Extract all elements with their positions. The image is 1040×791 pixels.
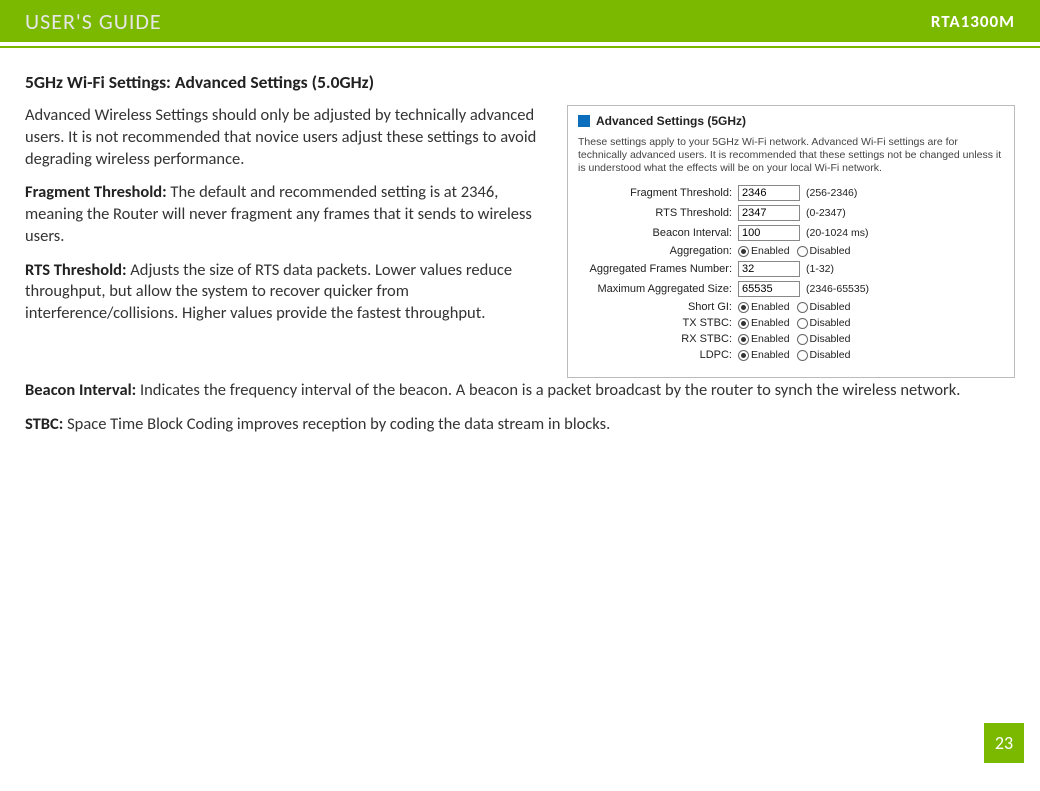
radio-ldpc-enabled[interactable]: Enabled xyxy=(738,349,790,361)
radio-dot-icon xyxy=(738,334,749,345)
row-ldpc: LDPC: Enabled Disabled xyxy=(578,349,1004,361)
input-rts-threshold[interactable] xyxy=(738,205,800,221)
page-number: 23 xyxy=(984,723,1024,763)
row-tx-stbc: TX STBC: Enabled Disabled xyxy=(578,317,1004,329)
label-beacon-interval: Beacon Interval: xyxy=(578,227,738,239)
radio-dot-icon xyxy=(797,302,808,313)
radio-aggregation-disabled[interactable]: Disabled xyxy=(797,245,851,257)
radio-group-rx-stbc: Enabled Disabled xyxy=(738,333,854,345)
two-column-layout: Advanced Wireless Settings should only b… xyxy=(25,105,1015,378)
label-agg-frames: Aggregated Frames Number: xyxy=(578,263,738,275)
radio-dot-icon xyxy=(738,318,749,329)
label-rx-stbc: RX STBC: xyxy=(578,333,738,345)
radio-short-gi-disabled[interactable]: Disabled xyxy=(797,301,851,313)
fragment-paragraph: Fragment Threshold: The default and reco… xyxy=(25,182,555,247)
intro-paragraph: Advanced Wireless Settings should only b… xyxy=(25,105,555,170)
panel-square-icon xyxy=(578,115,590,127)
input-fragment-threshold[interactable] xyxy=(738,185,800,201)
input-max-agg[interactable] xyxy=(738,281,800,297)
radio-dot-icon xyxy=(738,350,749,361)
label-short-gi: Short GI: xyxy=(578,301,738,313)
radio-group-short-gi: Enabled Disabled xyxy=(738,301,854,313)
row-beacon-interval: Beacon Interval: (20-1024 ms) xyxy=(578,225,1004,241)
radio-group-tx-stbc: Enabled Disabled xyxy=(738,317,854,329)
label-rts-threshold: RTS Threshold: xyxy=(578,207,738,219)
hint-beacon-interval: (20-1024 ms) xyxy=(800,227,868,239)
beacon-text: Indicates the frequency interval of the … xyxy=(136,380,960,400)
hint-rts-threshold: (0-2347) xyxy=(800,207,846,219)
stbc-label: STBC: xyxy=(25,414,63,434)
hint-max-agg: (2346-65535) xyxy=(800,283,869,295)
fragment-label: Fragment Threshold: xyxy=(25,182,167,202)
bottom-paragraphs: Beacon Interval: Indicates the frequency… xyxy=(25,380,1015,436)
radio-rx-stbc-disabled[interactable]: Disabled xyxy=(797,333,851,345)
header-bar: USER'S GUIDE RTA1300M xyxy=(0,0,1040,42)
radio-short-gi-enabled[interactable]: Enabled xyxy=(738,301,790,313)
header-model: RTA1300M xyxy=(931,11,1015,32)
hint-fragment-threshold: (256-2346) xyxy=(800,187,857,199)
radio-aggregation-enabled[interactable]: Enabled xyxy=(738,245,790,257)
radio-tx-stbc-disabled[interactable]: Disabled xyxy=(797,317,851,329)
left-column: Advanced Wireless Settings should only b… xyxy=(25,105,555,378)
stbc-text: Space Time Block Coding improves recepti… xyxy=(63,414,610,434)
input-agg-frames[interactable] xyxy=(738,261,800,277)
row-agg-frames: Aggregated Frames Number: (1-32) xyxy=(578,261,1004,277)
section-title: 5GHz Wi-Fi Settings: Advanced Settings (… xyxy=(25,71,1015,93)
label-fragment-threshold: Fragment Threshold: xyxy=(578,187,738,199)
panel-title-row: Advanced Settings (5GHz) xyxy=(578,114,1004,128)
content-area: 5GHz Wi-Fi Settings: Advanced Settings (… xyxy=(0,51,1040,436)
panel-description: These settings apply to your 5GHz Wi-Fi … xyxy=(578,136,1004,175)
radio-dot-icon xyxy=(738,302,749,313)
radio-dot-icon xyxy=(797,350,808,361)
panel-title-text: Advanced Settings (5GHz) xyxy=(596,114,746,128)
row-short-gi: Short GI: Enabled Disabled xyxy=(578,301,1004,313)
radio-ldpc-disabled[interactable]: Disabled xyxy=(797,349,851,361)
row-fragment-threshold: Fragment Threshold: (256-2346) xyxy=(578,185,1004,201)
label-tx-stbc: TX STBC: xyxy=(578,317,738,329)
radio-group-aggregation: Enabled Disabled xyxy=(738,245,854,257)
beacon-label: Beacon Interval: xyxy=(25,380,136,400)
label-ldpc: LDPC: xyxy=(578,349,738,361)
header-divider-green xyxy=(0,46,1040,48)
hint-agg-frames: (1-32) xyxy=(800,263,834,275)
label-max-agg: Maximum Aggregated Size: xyxy=(578,283,738,295)
stbc-paragraph: STBC: Space Time Block Coding improves r… xyxy=(25,414,1015,436)
row-rx-stbc: RX STBC: Enabled Disabled xyxy=(578,333,1004,345)
row-max-agg: Maximum Aggregated Size: (2346-65535) xyxy=(578,281,1004,297)
radio-rx-stbc-enabled[interactable]: Enabled xyxy=(738,333,790,345)
radio-group-ldpc: Enabled Disabled xyxy=(738,349,854,361)
radio-tx-stbc-enabled[interactable]: Enabled xyxy=(738,317,790,329)
rts-label: RTS Threshold: xyxy=(25,260,127,280)
input-beacon-interval[interactable] xyxy=(738,225,800,241)
radio-dot-icon xyxy=(797,334,808,345)
radio-dot-icon xyxy=(797,318,808,329)
label-aggregation: Aggregation: xyxy=(578,245,738,257)
settings-panel: Advanced Settings (5GHz) These settings … xyxy=(567,105,1015,378)
radio-dot-icon xyxy=(797,246,808,257)
header-title: USER'S GUIDE xyxy=(25,8,162,35)
row-rts-threshold: RTS Threshold: (0-2347) xyxy=(578,205,1004,221)
beacon-paragraph: Beacon Interval: Indicates the frequency… xyxy=(25,380,1015,402)
rts-paragraph: RTS Threshold: Adjusts the size of RTS d… xyxy=(25,260,555,325)
radio-dot-icon xyxy=(738,246,749,257)
right-column: Advanced Settings (5GHz) These settings … xyxy=(567,105,1015,378)
row-aggregation: Aggregation: Enabled Disabled xyxy=(578,245,1004,257)
